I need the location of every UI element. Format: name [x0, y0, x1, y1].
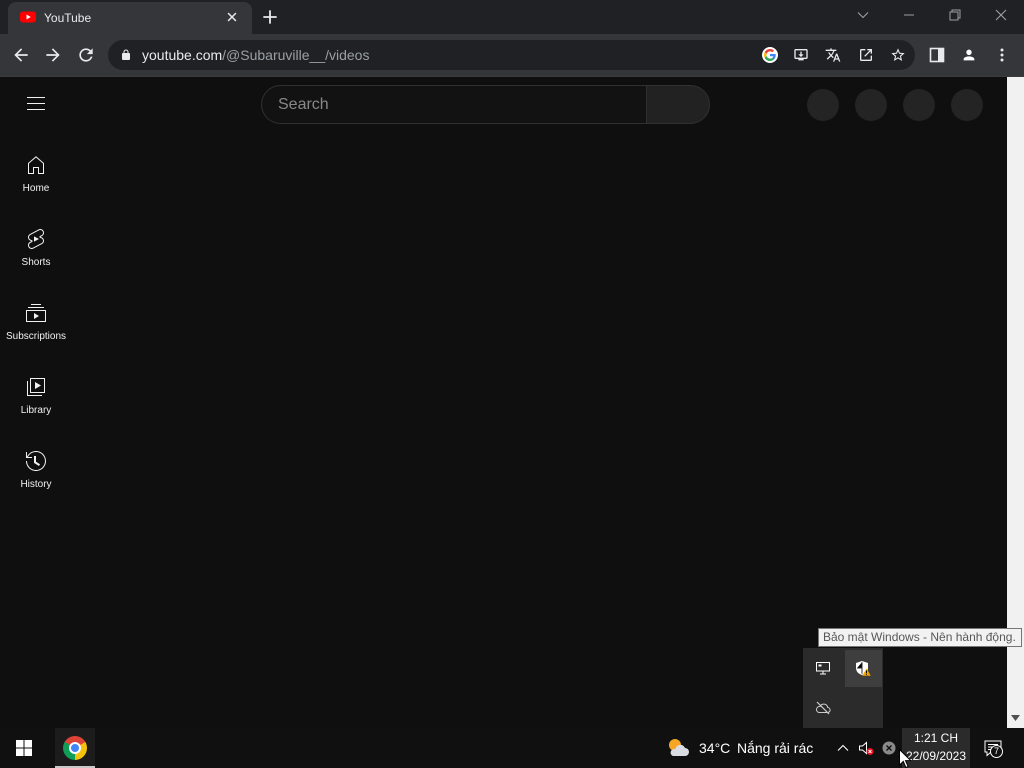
notification-count-badge: 7 [990, 745, 1003, 758]
hamburger-menu-icon[interactable] [24, 92, 48, 116]
chevron-down-icon [857, 9, 869, 21]
back-button[interactable] [7, 41, 35, 69]
chrome-icon [63, 736, 87, 760]
start-button[interactable] [0, 728, 48, 768]
menu-dots-icon[interactable] [994, 47, 1010, 63]
taskbar-clock[interactable]: 1:21 CH 22/09/2023 [902, 728, 970, 768]
restore-icon [949, 9, 961, 21]
close-icon [995, 9, 1007, 21]
home-icon [24, 153, 48, 177]
reload-button[interactable] [72, 41, 100, 69]
nav-item-shorts[interactable]: Shorts [0, 227, 72, 279]
tab-strip: YouTube [0, 0, 1024, 34]
header-button-placeholder[interactable] [855, 89, 887, 121]
display-icon[interactable] [815, 660, 831, 676]
taskbar-chrome-button[interactable] [55, 728, 95, 768]
reload-icon [76, 45, 96, 65]
forward-button[interactable] [39, 41, 67, 69]
mouse-cursor-icon [899, 749, 911, 768]
search-input[interactable] [278, 86, 638, 123]
share-icon[interactable] [858, 47, 874, 63]
clock-time: 1:21 CH [913, 731, 959, 745]
restore-button[interactable] [932, 0, 978, 30]
tab-close-icon[interactable] [224, 9, 240, 25]
google-lens-icon[interactable] [762, 47, 778, 63]
subscriptions-icon [24, 301, 48, 325]
nav-item-library[interactable]: Library [0, 375, 72, 427]
nav-label: History [20, 479, 52, 490]
tray-overflow-popup [803, 648, 883, 728]
clock-date: 22/09/2023 [905, 749, 967, 763]
chevron-up-icon[interactable] [835, 740, 851, 756]
close-window-button[interactable] [978, 0, 1024, 30]
tab-search-button[interactable] [840, 0, 886, 30]
windows-security-tooltip: Bảo mật Windows - Nên hành động. [818, 628, 1022, 647]
bookmark-star-icon[interactable] [890, 47, 906, 63]
search-button[interactable] [646, 85, 710, 124]
weather-temperature[interactable]: 34°C [699, 740, 730, 756]
profile-icon[interactable] [961, 47, 977, 63]
nav-label: Subscriptions [5, 331, 67, 342]
forward-arrow-icon [43, 45, 63, 65]
side-panel-icon[interactable] [929, 47, 945, 63]
tab-title: YouTube [44, 11, 92, 25]
action-center-button[interactable]: 7 [976, 728, 1010, 768]
chrome-icon-core [71, 744, 79, 752]
header-button-placeholder[interactable] [903, 89, 935, 121]
onedrive-offline-icon[interactable] [815, 700, 831, 716]
nav-label: Library [20, 405, 52, 416]
youtube-favicon-icon [20, 9, 36, 25]
lock-icon[interactable] [120, 49, 132, 61]
back-arrow-icon [11, 45, 31, 65]
windows-start-icon [16, 740, 32, 756]
url-host: youtube.com [142, 47, 223, 63]
network-disconnected-icon[interactable] [881, 740, 897, 756]
nav-item-home[interactable]: Home [0, 153, 72, 205]
install-app-icon[interactable] [793, 47, 809, 63]
minimize-icon [903, 9, 915, 21]
nav-item-subscriptions[interactable]: Subscriptions [0, 301, 72, 353]
url-path: /@Subaruville__/videos [222, 47, 370, 63]
partly-sunny-icon[interactable] [666, 736, 690, 760]
volume-muted-icon[interactable] [858, 740, 874, 756]
weather-condition[interactable]: Nắng rải rác [737, 740, 813, 756]
address-bar[interactable]: youtube.com/@Subaruville__/videos [108, 40, 915, 70]
taskbar: 34°C Nắng rải rác 1:21 CH 22/09/2023 7 [0, 728, 1024, 768]
shorts-icon [24, 227, 48, 251]
browser-toolbar: youtube.com/@Subaruville__/videos [0, 34, 1024, 77]
nav-label: Shorts [21, 257, 51, 268]
history-icon [24, 449, 48, 473]
new-tab-plus-icon[interactable] [260, 7, 280, 27]
header-button-placeholder[interactable] [807, 89, 839, 121]
nav-item-history[interactable]: History [0, 449, 72, 501]
tab-youtube[interactable]: YouTube [8, 2, 252, 34]
scroll-down-arrow-icon[interactable] [1011, 715, 1020, 721]
library-icon [24, 375, 48, 399]
translate-icon[interactable] [825, 47, 841, 63]
nav-label: Home [22, 183, 50, 194]
minimize-button[interactable] [886, 0, 932, 30]
windows-security-warning-icon[interactable] [855, 660, 871, 676]
search-box[interactable] [261, 85, 646, 124]
chrome-icon-ring [69, 742, 81, 754]
url-text[interactable]: youtube.com/@Subaruville__/videos [142, 47, 369, 63]
avatar-placeholder[interactable] [951, 89, 983, 121]
